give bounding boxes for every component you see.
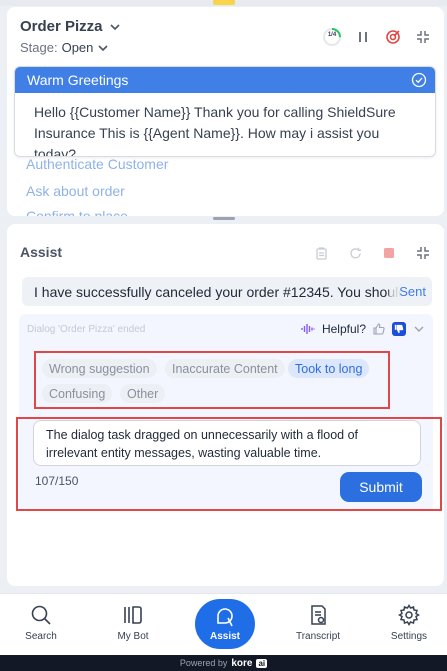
step-item-authenticate[interactable]: Authenticate Customer: [26, 156, 168, 172]
step-item-ask-order[interactable]: Ask about order: [26, 183, 125, 199]
feedback-comment-input[interactable]: The dialog task dragged on unnecessarily…: [33, 420, 421, 466]
assist-controls: [312, 244, 432, 262]
top-strip: [0, 0, 447, 6]
sent-status: Sent: [389, 277, 432, 306]
feedback-actions: Helpful?: [301, 322, 425, 336]
chip-confusing[interactable]: Confusing: [42, 384, 113, 403]
stage-label: Stage:: [20, 40, 58, 55]
voice-wave-icon: [301, 324, 315, 334]
dialog-title: Order Pizza: [20, 18, 103, 35]
gear-icon: [398, 604, 420, 626]
dialog-ended-text: Dialog 'Order Pizza' ended: [27, 324, 146, 335]
sent-message-text: I have successfully canceled your order …: [34, 284, 407, 300]
progress-indicator: 1/4: [322, 27, 342, 47]
sent-message[interactable]: I have successfully canceled your order …: [22, 277, 432, 306]
collapse-icon[interactable]: [414, 244, 432, 262]
chip-wrong-suggestion[interactable]: Wrong suggestion: [42, 359, 157, 378]
pause-icon[interactable]: [354, 28, 372, 46]
nav-label: Settings: [390, 631, 428, 642]
helpful-label: Helpful?: [321, 322, 366, 336]
character-count: 107/150: [35, 474, 79, 488]
chip-other[interactable]: Other: [120, 384, 166, 403]
brand-logo-suffix: ai: [256, 658, 268, 668]
nav-my-bot[interactable]: My Bot: [98, 594, 168, 656]
current-step-header: Warm Greetings: [15, 67, 435, 93]
assist-panel: Assist I have successfully canceled your…: [7, 224, 444, 586]
transcript-icon: [311, 605, 326, 625]
progress-text: 1/4: [327, 32, 337, 38]
target-icon[interactable]: [384, 28, 402, 46]
dialog-panel: Order Pizza Stage: Open 1/4 Warm Greetin…: [7, 7, 444, 216]
refresh-icon[interactable]: [346, 244, 364, 262]
chevron-down-icon: [109, 23, 120, 30]
panel-resize-handle[interactable]: [213, 217, 235, 220]
check-circle-icon: [411, 72, 427, 88]
dialog-controls: 1/4: [322, 27, 432, 47]
stage-dropdown[interactable]: Stage: Open: [20, 40, 109, 55]
brand-logo: kore: [231, 657, 253, 669]
chevron-down-icon: [98, 44, 108, 51]
current-step-card[interactable]: Warm Greetings Hello {{Customer Name}} T…: [14, 66, 436, 157]
chevron-down-icon[interactable]: [413, 323, 425, 335]
assist-icon: [217, 608, 233, 627]
stage-value: Open: [61, 40, 94, 55]
feedback-card: Dialog 'Order Pizza' ended Helpful? Wron…: [16, 314, 442, 511]
nav-label: Assist: [209, 631, 240, 642]
submit-button[interactable]: Submit: [340, 472, 422, 502]
thumbs-down-selected-icon[interactable]: [392, 322, 406, 336]
step-item-confirm[interactable]: Confirm to place: [26, 208, 128, 216]
current-step-title: Warm Greetings: [27, 72, 129, 88]
assist-title: Assist: [20, 244, 63, 260]
nav-settings[interactable]: Settings: [374, 594, 444, 656]
nav-label: Transcript: [295, 631, 341, 642]
footer: Powered by kore ai: [0, 655, 447, 671]
stop-icon[interactable]: [380, 244, 398, 262]
nav-label: My Bot: [117, 631, 149, 642]
thumbs-up-icon[interactable]: [373, 323, 385, 335]
collapse-icon[interactable]: [414, 28, 432, 46]
chip-inaccurate-content[interactable]: Inaccurate Content: [165, 359, 285, 378]
nav-assist[interactable]: Assist: [195, 599, 255, 649]
current-step-message: Hello {{Customer Name}} Thank you for ca…: [34, 104, 396, 157]
dialog-title-dropdown[interactable]: Order Pizza: [20, 18, 121, 35]
nav-label: Search: [25, 631, 57, 642]
top-notch: [213, 0, 235, 5]
search-icon: [31, 605, 51, 625]
powered-by-label: Powered by: [179, 658, 228, 668]
chip-took-too-long[interactable]: Took to long: [288, 359, 370, 378]
nav-transcript[interactable]: Transcript: [283, 594, 353, 656]
library-icon: [124, 606, 142, 624]
clipboard-icon[interactable]: [312, 244, 330, 262]
nav-search[interactable]: Search: [6, 594, 76, 656]
